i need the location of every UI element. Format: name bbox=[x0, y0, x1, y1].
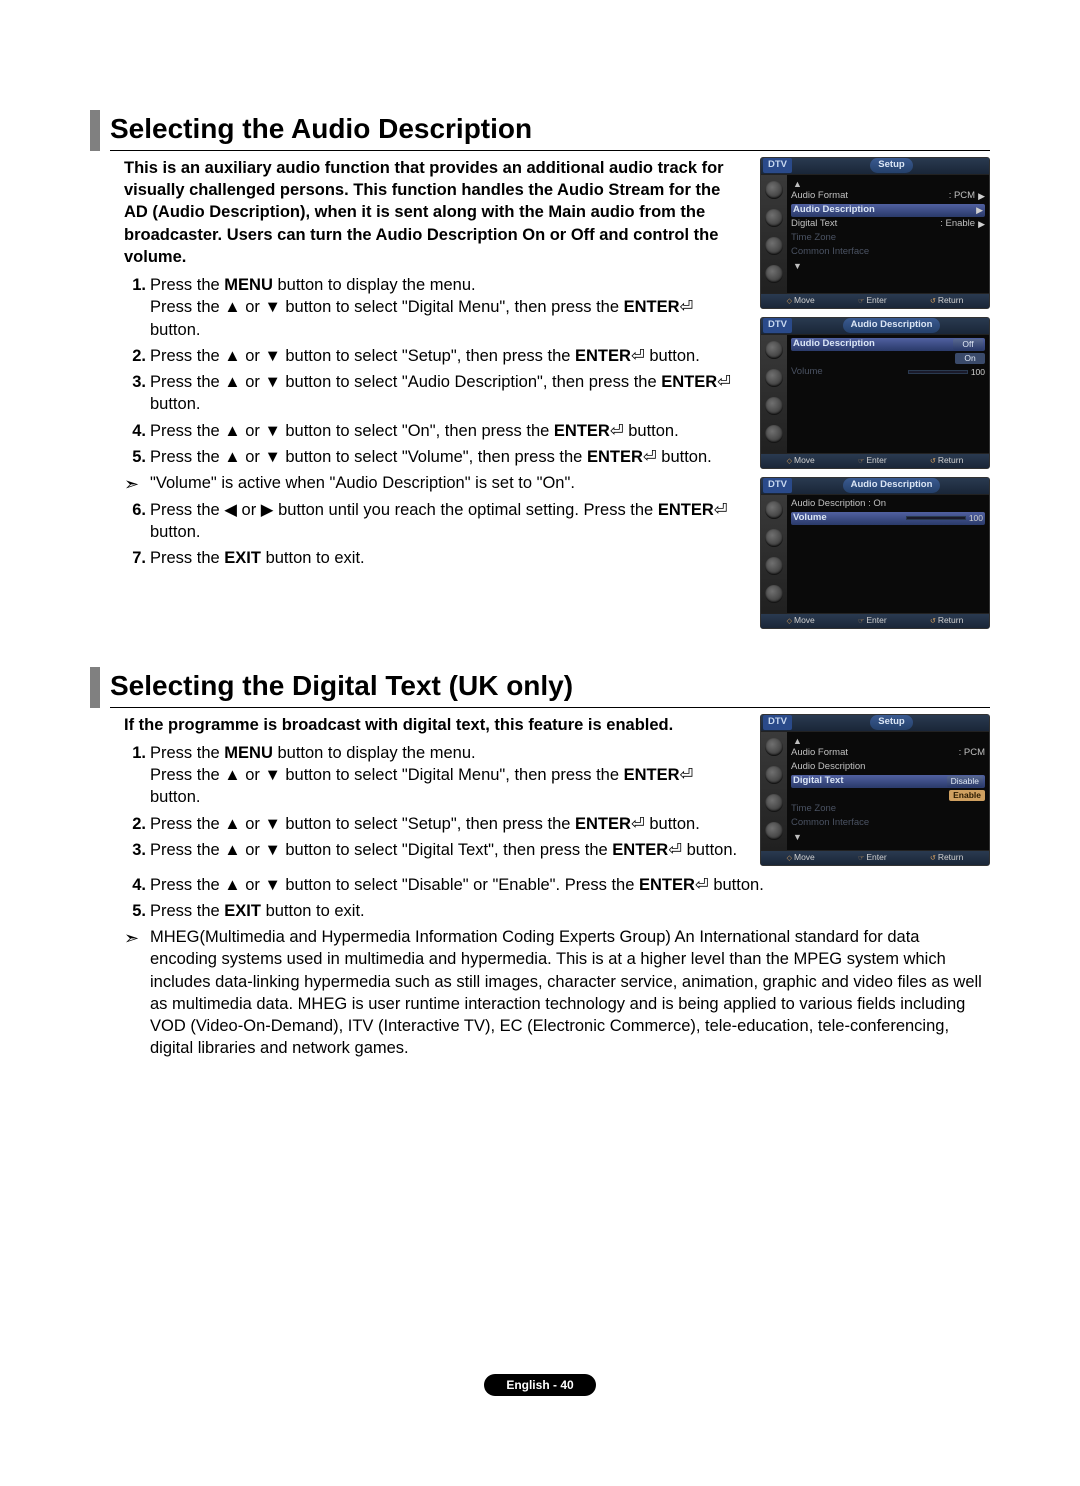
title-accent bbox=[90, 110, 100, 151]
page-number-badge: English - 40 bbox=[484, 1374, 595, 1396]
option-enable: Enable bbox=[949, 790, 985, 801]
step-note: "Volume" is active when "Audio Descripti… bbox=[124, 472, 744, 494]
dtv-badge: DTV bbox=[763, 318, 792, 333]
footer-move: Move bbox=[787, 295, 815, 306]
menu-row-common-interface: Common Interface bbox=[791, 246, 985, 259]
step-item: Press the ▲ or ▼ button to select "Disab… bbox=[124, 874, 990, 896]
scroll-down-icon: ▼ bbox=[791, 260, 985, 272]
step-item: Press the ▲ or ▼ button to select "On", … bbox=[124, 420, 744, 442]
step-item: Press the ▲ or ▼ button to select "Digit… bbox=[124, 839, 744, 861]
menu-row-audio-description: Audio Description bbox=[791, 761, 985, 774]
section-title: Selecting the Digital Text (UK only) bbox=[110, 667, 990, 708]
steps-list: Press the MENU button to display the men… bbox=[124, 274, 744, 468]
tv-panel-title: Audio Description bbox=[843, 318, 941, 333]
tv-panel-title: Setup bbox=[870, 158, 912, 173]
menu-row-audio-desc-toggle: Audio Description Off bbox=[791, 338, 985, 351]
tv-sidebar bbox=[761, 175, 787, 293]
tv-audio-desc-panel: DTV Audio Description Audio Description … bbox=[760, 317, 990, 469]
menu-row-ad-on: Audio Description : On bbox=[791, 498, 985, 511]
section-intro: This is an auxiliary audio function that… bbox=[124, 157, 744, 268]
option-disable: Disable bbox=[947, 776, 983, 787]
footer-return: Return bbox=[930, 295, 963, 306]
menu-row-audio-format: Audio Format: PCM▶ bbox=[791, 190, 985, 203]
step-item: Press the EXIT button to exit. bbox=[124, 900, 990, 922]
nav-icon bbox=[765, 209, 783, 227]
option-on: On bbox=[955, 353, 985, 364]
menu-row-time-zone: Time Zone bbox=[791, 232, 985, 245]
steps-list-cont: Press the ▲ or ▼ button to select "Disab… bbox=[124, 874, 990, 923]
nav-icon bbox=[765, 265, 783, 283]
page-footer: English - 40 bbox=[90, 1373, 990, 1396]
menu-row-audio-description: Audio Description▶ bbox=[791, 204, 985, 217]
dtv-badge: DTV bbox=[763, 715, 792, 730]
section-audio-description: Selecting the Audio Description This is … bbox=[90, 110, 990, 637]
steps-list-cont: Press the ◀ or ▶ button until you reach … bbox=[124, 499, 744, 570]
step-item: Press the MENU button to display the men… bbox=[124, 274, 744, 341]
tv-panel-title: Audio Description bbox=[843, 478, 941, 493]
nav-icon bbox=[765, 181, 783, 199]
option-off: Off bbox=[953, 339, 983, 350]
step-item: Press the MENU button to display the men… bbox=[124, 742, 744, 809]
dtv-badge: DTV bbox=[763, 158, 792, 173]
step-item: Press the ▲ or ▼ button to select "Volum… bbox=[124, 446, 744, 468]
section-title: Selecting the Audio Description bbox=[110, 110, 990, 151]
step-item: Press the ◀ or ▶ button until you reach … bbox=[124, 499, 744, 544]
section-digital-text: Selecting the Digital Text (UK only) If … bbox=[90, 667, 990, 1060]
screenshots-col: DTV Setup ▲ Audio Format: PCM▶ Audio Des… bbox=[760, 157, 990, 637]
tv-digital-text-panel: DTV Setup ▲ Audio Format: PCM Audio Desc… bbox=[760, 714, 990, 866]
footer-enter: Enter bbox=[858, 295, 887, 306]
step-item: Press the ▲ or ▼ button to select "Setup… bbox=[124, 813, 744, 835]
menu-row-digital-text: Digital Text: Enable▶ bbox=[791, 218, 985, 231]
section-intro: If the programme is broadcast with digit… bbox=[124, 714, 744, 736]
nav-icon bbox=[765, 237, 783, 255]
tv-panel-title: Setup bbox=[870, 715, 912, 730]
mheg-note: MHEG(Multimedia and Hypermedia Informati… bbox=[124, 926, 990, 1060]
menu-row-audio-format: Audio Format: PCM bbox=[791, 747, 985, 760]
step-item: Press the ▲ or ▼ button to select "Setup… bbox=[124, 345, 744, 367]
section-title-bar: Selecting the Audio Description bbox=[90, 110, 990, 151]
step-item: Press the EXIT button to exit. bbox=[124, 547, 744, 569]
tv-audio-desc-on-panel: DTV Audio Description Audio Description … bbox=[760, 477, 990, 629]
menu-row-common-interface: Common Interface bbox=[791, 817, 985, 830]
tv-setup-panel: DTV Setup ▲ Audio Format: PCM▶ Audio Des… bbox=[760, 157, 990, 309]
step-item: Press the ▲ or ▼ button to select "Audio… bbox=[124, 371, 744, 416]
dtv-badge: DTV bbox=[763, 478, 792, 493]
menu-row-time-zone: Time Zone bbox=[791, 803, 985, 816]
menu-row-digital-text: Digital TextDisable bbox=[791, 775, 985, 788]
scroll-up-icon: ▲ bbox=[791, 178, 985, 190]
steps-list: Press the MENU button to display the men… bbox=[124, 742, 744, 861]
menu-row-volume: Volume 100 bbox=[791, 512, 985, 525]
menu-row-volume: Volume 100 bbox=[791, 366, 985, 379]
